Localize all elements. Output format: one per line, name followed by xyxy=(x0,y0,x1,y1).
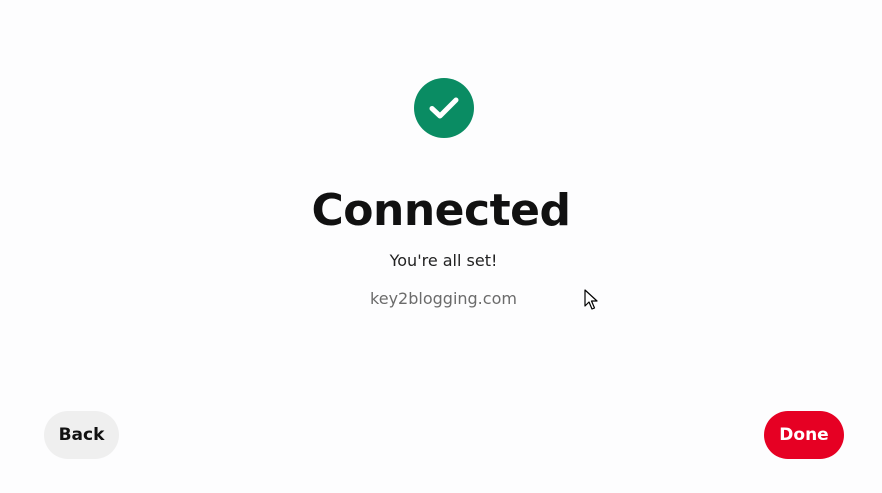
done-button[interactable]: Done xyxy=(764,411,844,459)
page-title: Connected xyxy=(311,185,571,236)
mouse-cursor-icon xyxy=(584,289,598,310)
connection-success-dialog: Connected You're all set! key2blogging.c… xyxy=(0,0,882,493)
status-message: You're all set! xyxy=(389,251,498,270)
checkmark-icon xyxy=(429,97,459,119)
back-button[interactable]: Back xyxy=(44,411,119,459)
success-checkmark-icon xyxy=(414,78,474,138)
connected-site-url: key2blogging.com xyxy=(370,289,517,308)
